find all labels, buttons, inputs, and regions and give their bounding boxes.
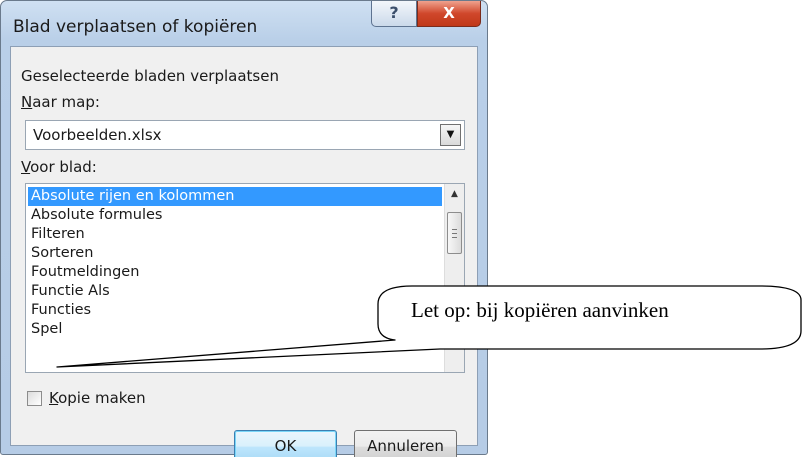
to-book-dropdown[interactable]: Voorbeelden.xlsx ▼ — [25, 120, 465, 150]
scroll-thumb[interactable] — [447, 212, 462, 254]
move-selected-sheets-label: Geselecteerde bladen verplaatsen — [21, 67, 279, 85]
before-sheet-listbox[interactable]: Absolute rijen en kolommen Absolute form… — [25, 183, 465, 373]
to-book-value: Voorbeelden.xlsx — [33, 126, 162, 144]
help-button[interactable]: ? — [371, 1, 417, 27]
grip-icon — [452, 229, 457, 238]
list-item[interactable]: Functie Als — [28, 282, 442, 301]
ok-button[interactable]: OK — [234, 430, 337, 457]
list-item[interactable]: Absolute rijen en kolommen — [28, 187, 442, 206]
sheet-list: Absolute rijen en kolommen Absolute form… — [28, 187, 442, 339]
list-item[interactable]: Sorteren — [28, 244, 442, 263]
move-copy-dialog: Blad verplaatsen of kopiëren ? X Geselec… — [0, 0, 488, 457]
list-item[interactable]: Foutmeldingen — [28, 263, 442, 282]
copy-label-accel: K — [49, 389, 59, 407]
dropdown-button[interactable]: ▼ — [440, 124, 461, 146]
list-item[interactable]: Filteren — [28, 225, 442, 244]
close-icon: X — [443, 4, 455, 22]
list-item[interactable]: Spel — [28, 320, 442, 339]
before-sheet-label: Voor blad: — [21, 158, 97, 176]
close-button[interactable]: X — [417, 1, 481, 27]
copy-checkbox[interactable] — [27, 391, 42, 406]
copy-label-text: opie maken — [58, 389, 146, 407]
to-book-label: Naar map: — [21, 93, 100, 111]
cancel-button[interactable]: Annuleren — [354, 430, 457, 457]
copy-checkbox-label[interactable]: Kopie maken — [49, 389, 146, 407]
dialog-body: Geselecteerde bladen verplaatsen Naar ma… — [10, 46, 478, 457]
chevron-down-icon: ▼ — [446, 129, 455, 140]
page: Blad verplaatsen of kopiëren ? X Geselec… — [0, 0, 803, 457]
scroll-up-icon[interactable]: ▲ — [445, 186, 464, 202]
list-item[interactable]: Functies — [28, 301, 442, 320]
vertical-scrollbar[interactable]: ▲ — [444, 184, 464, 372]
title-bar[interactable]: Blad verplaatsen of kopiëren ? X — [1, 1, 487, 45]
help-icon: ? — [389, 3, 399, 22]
list-item[interactable]: Absolute formules — [28, 206, 442, 225]
dialog-title: Blad verplaatsen of kopiëren — [13, 17, 258, 37]
to-book-label-text: aar map: — [32, 93, 100, 111]
before-sheet-label-text: oor blad: — [30, 158, 97, 176]
to-book-label-accel: N — [21, 93, 33, 111]
before-sheet-label-accel: V — [21, 158, 31, 176]
callout-text: Let op: bij kopiëren aanvinken — [411, 298, 669, 322]
